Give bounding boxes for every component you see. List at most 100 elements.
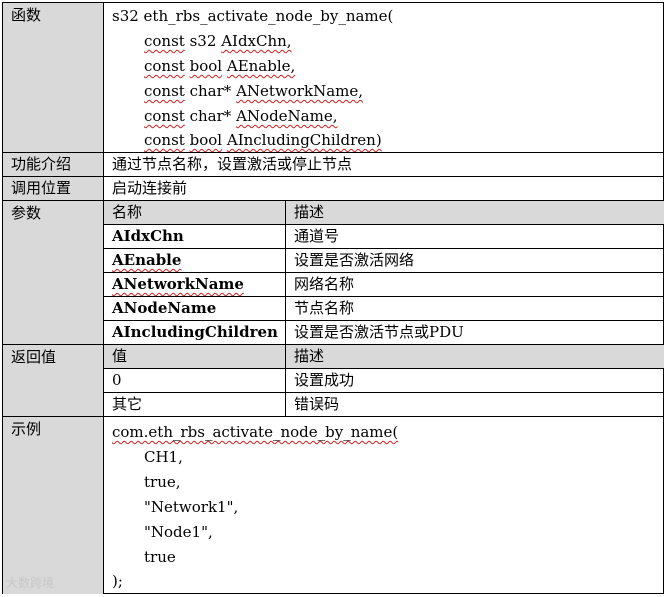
grid-line: [104, 368, 664, 369]
ret-desc: 错误码: [286, 393, 339, 416]
arg-name-text: ANodeName: [112, 299, 217, 317]
param-line: const bool AEnable,: [112, 54, 295, 78]
param-line: const s32 AIdxChn,: [112, 29, 292, 53]
args-header-name-text: 名称: [112, 203, 143, 221]
example-line: true: [112, 545, 176, 569]
param-kw: const: [144, 57, 185, 75]
example-line-text: true,: [144, 473, 181, 491]
grid-line: [104, 392, 664, 393]
example-line-text: CH1,: [144, 448, 183, 466]
position-value: 启动连接前: [104, 177, 187, 200]
position-value-text: 启动连接前: [112, 179, 188, 197]
watermark: 大数跨境: [6, 574, 54, 591]
param-type: char*: [189, 107, 232, 125]
example-line: "Node1",: [112, 520, 213, 544]
param-type: s32: [189, 32, 217, 50]
example-line-text: "Node1",: [144, 523, 213, 541]
arg-desc-text: 节点名称: [294, 299, 355, 317]
ret-header-desc-text: 描述: [294, 347, 325, 365]
label-example-text: 示例: [11, 420, 42, 438]
param-name: AEnable,: [226, 57, 296, 75]
label-args: 参数: [3, 201, 103, 344]
label-position-text: 调用位置: [11, 179, 72, 197]
example-line-text: true: [144, 548, 176, 566]
arg-name: AEnable: [104, 249, 181, 272]
ret-header-value: 值: [104, 345, 285, 368]
grid-line: [104, 296, 664, 297]
arg-desc: 设置是否激活网络: [286, 249, 414, 272]
grid-line: [3, 176, 664, 177]
arg-name: AIdxChn: [104, 225, 184, 248]
ret-value: 其它: [104, 393, 142, 416]
arg-desc-text: 通道号: [294, 227, 340, 245]
param-type: char*: [189, 82, 232, 100]
signature-text: s32 eth_rbs_activate_node_by_name(: [112, 7, 394, 25]
arg-desc: 网络名称: [286, 273, 354, 296]
ret-header-value-text: 值: [112, 347, 128, 365]
example-line: );: [104, 569, 123, 593]
grid-line: [104, 320, 664, 321]
ret-desc-text: 设置成功: [294, 371, 355, 389]
function-doc-table: 函数 功能介绍 调用位置 参数 返回值 示例 s32 eth_rbs_activ…: [0, 0, 667, 597]
args-header-desc: 描述: [286, 201, 664, 224]
arg-name-text: ANetworkName: [112, 275, 244, 293]
label-func: 函数: [3, 3, 103, 152]
grid-line: [104, 272, 664, 273]
args-header-desc-text: 描述: [294, 203, 325, 221]
param-kw: const: [144, 107, 185, 125]
arg-desc: 节点名称: [286, 297, 354, 320]
label-ret-text: 返回值: [11, 348, 57, 366]
grid-line: [285, 201, 286, 416]
arg-desc-text: 网络名称: [294, 275, 355, 293]
arg-name-text: AIncludingChildren: [112, 323, 278, 341]
label-position: 调用位置: [3, 177, 103, 200]
example-line-text: "Network1",: [144, 498, 239, 516]
grid-line: [104, 248, 664, 249]
label-args-text: 参数: [11, 204, 42, 222]
example-line: "Network1",: [112, 495, 238, 519]
label-intro: 功能介绍: [3, 153, 103, 176]
arg-name-text: AEnable: [112, 251, 182, 269]
intro-value: 通过节点名称，设置激活或停止节点: [104, 153, 352, 176]
watermark-text: 大数跨境: [6, 576, 55, 590]
ret-value-text: 其它: [112, 395, 143, 413]
param-line: const char* ANodeName,: [112, 104, 337, 128]
arg-desc: 通道号: [286, 225, 339, 248]
label-ret: 返回值: [3, 345, 103, 416]
grid-line: [3, 344, 664, 345]
ret-desc-text: 错误码: [294, 395, 340, 413]
arg-desc-text: 设置是否激活网络: [294, 251, 415, 269]
signature-line: s32 eth_rbs_activate_node_by_name(: [104, 4, 393, 28]
param-type: bool: [189, 57, 223, 75]
example-line-text: com.eth_rbs_activate_node_by_name(: [112, 423, 399, 441]
param-kw: const: [144, 131, 185, 149]
arg-desc-text: 设置是否激活节点或PDU: [294, 323, 464, 341]
param-name: AIncludingChildren): [226, 131, 382, 149]
example-line: CH1,: [112, 445, 183, 469]
label-intro-text: 功能介绍: [11, 155, 72, 173]
intro-value-text: 通过节点名称，设置激活或停止节点: [112, 155, 353, 173]
args-header-name: 名称: [104, 201, 285, 224]
example-line-text: );: [112, 572, 123, 590]
grid-line: [103, 3, 104, 593]
param-line: const bool AIncludingChildren): [112, 128, 382, 152]
grid-line: [3, 416, 664, 417]
param-kw: const: [144, 32, 185, 50]
label-example: 示例: [3, 417, 103, 594]
param-name: ANodeName,: [236, 107, 338, 125]
param-line: const char* ANetworkName,: [112, 79, 363, 103]
grid-line: [104, 224, 664, 225]
example-line: true,: [112, 470, 181, 494]
arg-name: AIncludingChildren: [104, 321, 278, 344]
arg-desc: 设置是否激活节点或PDU: [286, 321, 464, 344]
example-line: com.eth_rbs_activate_node_by_name(: [104, 420, 398, 444]
ret-value-text: 0: [112, 371, 122, 389]
param-name: ANetworkName,: [236, 82, 364, 100]
arg-name-text: AIdxChn: [112, 227, 184, 245]
ret-value: 0: [104, 369, 122, 392]
arg-name: ANetworkName: [104, 273, 244, 296]
ret-desc: 设置成功: [286, 369, 354, 392]
label-func-text: 函数: [11, 6, 42, 24]
param-type: bool: [189, 131, 223, 149]
ret-header-desc: 描述: [286, 345, 664, 368]
